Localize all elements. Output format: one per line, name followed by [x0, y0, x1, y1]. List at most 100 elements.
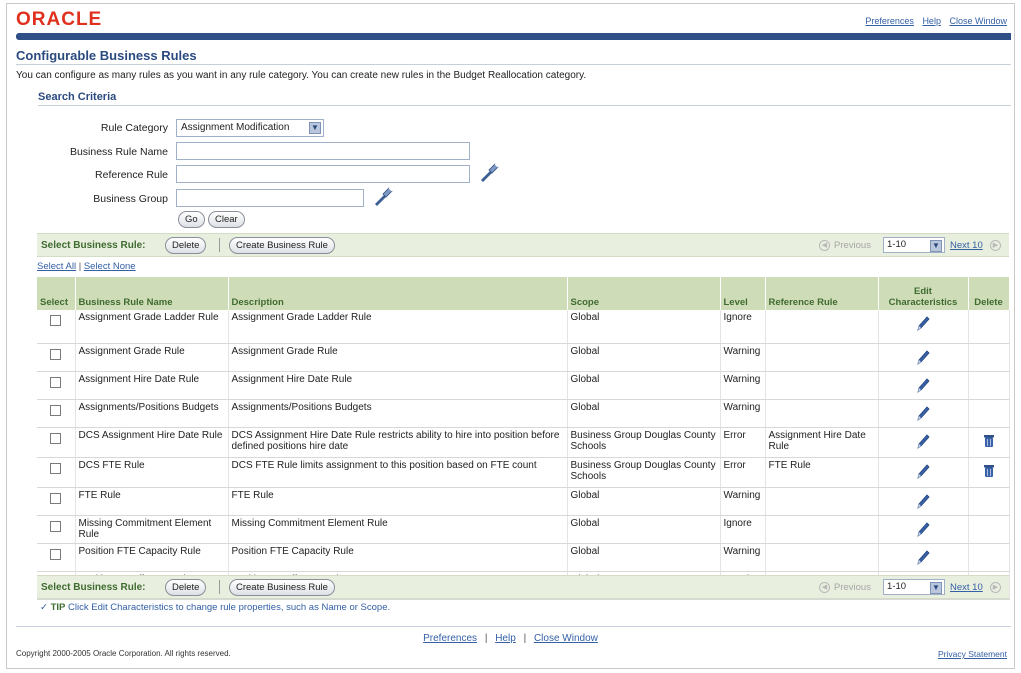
- select-all-link[interactable]: Select All: [37, 261, 76, 272]
- rule-reference-cell: [765, 543, 879, 572]
- go-button[interactable]: Go: [178, 211, 205, 228]
- row-select-checkbox[interactable]: [50, 462, 62, 474]
- column-header-reference-rule: Reference Rule: [765, 277, 879, 310]
- flashlight-search-icon[interactable]: [478, 161, 500, 183]
- rule-level-cell: Warning: [720, 371, 766, 400]
- select-none-link[interactable]: Select None: [84, 261, 136, 272]
- business-rules-table: Select Business Rule Name Description Sc…: [37, 277, 1010, 600]
- next-link[interactable]: Next 10: [950, 240, 983, 251]
- table-row: Assignment Hire Date Rule Assignment Hire…: [37, 371, 1010, 400]
- pencil-icon[interactable]: [915, 492, 931, 510]
- previous-icon: ◀: [819, 582, 830, 593]
- oracle-logo: ORACLE: [16, 9, 103, 30]
- tip-icon: ✓: [40, 602, 48, 613]
- rule-description-cell: FTE Rule: [228, 487, 568, 516]
- flashlight-search-icon[interactable]: [372, 185, 394, 207]
- rule-reference-cell: [765, 343, 879, 372]
- delete-button[interactable]: Delete: [165, 579, 207, 596]
- trash-icon[interactable]: [983, 464, 995, 478]
- table-row: Missing Commitment Element Rule Missing C…: [37, 515, 1010, 544]
- reference-rule-input[interactable]: [176, 165, 470, 183]
- rule-name-cell: Assignment Grade Rule: [75, 343, 229, 372]
- pencil-icon[interactable]: [915, 548, 931, 566]
- rule-scope-cell: Global: [567, 543, 721, 572]
- pencil-icon[interactable]: [915, 462, 931, 480]
- help-link[interactable]: Help: [922, 16, 941, 26]
- create-business-rule-button[interactable]: Create Business Rule: [229, 579, 335, 596]
- rule-name-cell: FTE Rule: [75, 487, 229, 516]
- divider: [16, 64, 1011, 65]
- previous-icon: ◀: [819, 240, 830, 251]
- table-row: Assignments/Positions Budgets Assignments…: [37, 399, 1010, 428]
- row-select-checkbox[interactable]: [50, 315, 62, 326]
- pencil-icon[interactable]: [915, 376, 931, 394]
- pencil-icon[interactable]: [915, 404, 931, 422]
- rule-category-select[interactable]: Assignment Modification ▼: [176, 119, 324, 137]
- search-criteria-title: Search Criteria: [38, 91, 117, 103]
- business-group-input[interactable]: [176, 189, 364, 207]
- select-cell: [37, 310, 76, 344]
- rule-scope-cell: Global: [567, 487, 721, 516]
- previous-link: Previous: [834, 582, 871, 593]
- range-select[interactable]: 1-10 ▼: [883, 237, 945, 253]
- footer-help-link[interactable]: Help: [495, 633, 516, 644]
- select-cell: [37, 371, 76, 400]
- rule-reference-cell: [765, 487, 879, 516]
- trash-icon[interactable]: [983, 434, 995, 448]
- delete-cell: [968, 457, 1010, 488]
- row-select-checkbox[interactable]: [50, 492, 62, 504]
- rule-level-cell: Error: [720, 427, 766, 458]
- footer-preferences-link[interactable]: Preferences: [423, 633, 477, 644]
- next-icon[interactable]: ▶: [990, 240, 1001, 251]
- column-header-level: Level: [720, 277, 766, 310]
- chevron-down-icon: ▼: [309, 122, 321, 134]
- column-header-scope: Scope: [567, 277, 721, 310]
- table-row: Assignment Grade Ladder Rule Assignment G…: [37, 310, 1010, 344]
- preferences-link[interactable]: Preferences: [865, 16, 914, 26]
- rule-scope-cell: Business Group Douglas County Schools: [567, 427, 721, 458]
- footer-close-window-link[interactable]: Close Window: [534, 633, 598, 644]
- business-rule-name-input[interactable]: [176, 142, 470, 160]
- row-select-checkbox[interactable]: [50, 520, 62, 532]
- select-links: Select All | Select None: [37, 261, 136, 272]
- pencil-icon[interactable]: [915, 314, 931, 332]
- next-link[interactable]: Next 10: [950, 582, 983, 593]
- create-business-rule-button[interactable]: Create Business Rule: [229, 237, 335, 254]
- footer-separator: |: [484, 633, 488, 644]
- next-icon[interactable]: ▶: [990, 582, 1001, 593]
- delete-button[interactable]: Delete: [165, 237, 207, 254]
- tip-text: Click Edit Characteristics to change rul…: [68, 602, 391, 613]
- rule-description-cell: Missing Commitment Element Rule: [228, 515, 568, 544]
- pencil-icon[interactable]: [915, 348, 931, 366]
- divider: [38, 105, 1011, 106]
- rule-scope-cell: Global: [567, 399, 721, 428]
- tip-message: ✓ TIP Click Edit Characteristics to chan…: [40, 602, 390, 613]
- select-cell: [37, 343, 76, 372]
- row-select-checkbox[interactable]: [50, 376, 62, 388]
- rule-name-cell: DCS Assignment Hire Date Rule: [75, 427, 229, 458]
- range-select[interactable]: 1-10 ▼: [883, 579, 945, 595]
- row-select-checkbox[interactable]: [50, 404, 62, 416]
- clear-button[interactable]: Clear: [208, 211, 245, 228]
- business-rule-name-label: Business Rule Name: [69, 146, 168, 158]
- rule-reference-cell: [765, 310, 879, 344]
- rule-scope-cell: Global: [567, 371, 721, 400]
- pencil-icon[interactable]: [915, 520, 931, 538]
- row-select-checkbox[interactable]: [50, 548, 62, 560]
- close-window-link[interactable]: Close Window: [949, 16, 1007, 26]
- rule-reference-cell: [765, 371, 879, 400]
- column-header-delete: Delete: [968, 277, 1010, 310]
- business-group-label: Business Group: [93, 193, 168, 205]
- previous-link: Previous: [834, 240, 871, 251]
- reference-rule-label: Reference Rule: [95, 169, 168, 181]
- pencil-icon[interactable]: [915, 432, 931, 450]
- row-select-checkbox[interactable]: [50, 432, 62, 444]
- privacy-statement-link[interactable]: Privacy Statement: [938, 649, 1007, 659]
- row-select-checkbox[interactable]: [50, 348, 62, 360]
- rule-description-cell: Assignment Grade Rule: [228, 343, 568, 372]
- edit-characteristics-cell: [878, 343, 969, 372]
- rule-level-cell: Warning: [720, 399, 766, 428]
- rule-level-cell: Warning: [720, 343, 766, 372]
- chevron-down-icon: ▼: [930, 240, 942, 252]
- rule-description-cell: Assignment Hire Date Rule: [228, 371, 568, 400]
